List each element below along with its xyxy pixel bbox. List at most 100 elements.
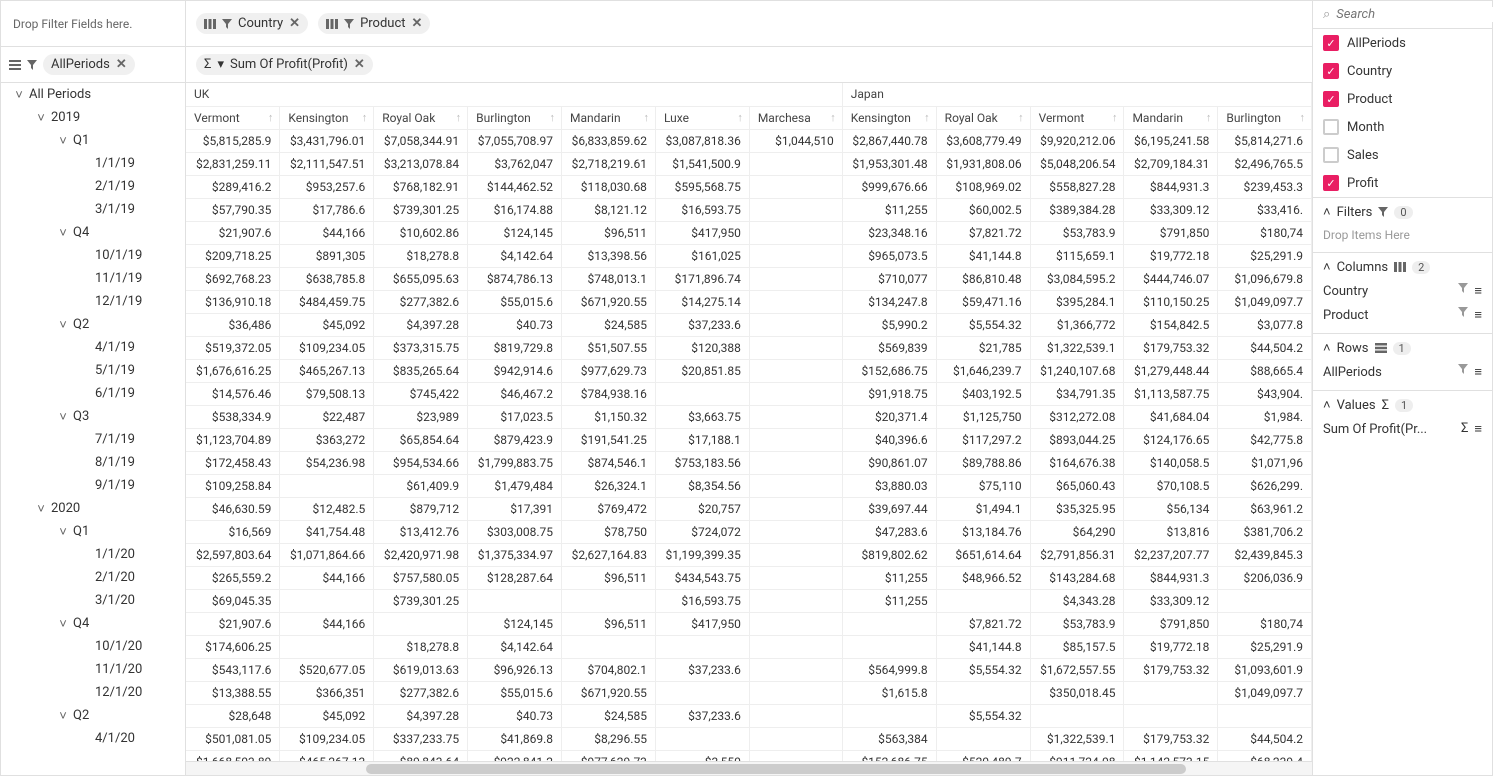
chevron-up-icon[interactable]: ˄ (1323, 340, 1331, 356)
data-cell[interactable] (749, 428, 842, 451)
data-cell[interactable]: $874,546.1 (562, 451, 656, 474)
data-cell[interactable]: $14,576.46 (186, 382, 280, 405)
data-cell[interactable]: $21,907.6 (186, 612, 280, 635)
data-cell[interactable]: $417,950 (655, 221, 749, 244)
data-cell[interactable]: $96,511 (562, 612, 656, 635)
row-tag-allperiods[interactable]: AllPeriods ✕ (43, 54, 135, 75)
tree-row[interactable]: 5/1/19 (1, 359, 185, 382)
data-cell[interactable]: $7,821.72 (936, 221, 1030, 244)
data-cell[interactable]: $12,482.5 (280, 497, 374, 520)
search-input[interactable] (1336, 7, 1493, 22)
value-chip[interactable]: Σ ▾ Sum Of Profit(Profit) ✕ (196, 54, 373, 75)
data-cell[interactable]: $13,184.76 (936, 520, 1030, 543)
data-cell[interactable]: $171,896.74 (655, 267, 749, 290)
data-cell[interactable]: $25,291.9 (1218, 244, 1312, 267)
drop-hint[interactable]: Drop Items Here (1323, 224, 1482, 246)
data-cell[interactable]: $911,724.08 (1030, 750, 1124, 761)
filter-drop-zone[interactable]: Drop Filter Fields here. (1, 1, 185, 47)
data-cell[interactable] (655, 382, 749, 405)
data-cell[interactable]: $1,093,601.9 (1218, 658, 1312, 681)
data-cell[interactable]: $791,850 (1124, 221, 1218, 244)
data-cell[interactable]: $41,144.8 (936, 635, 1030, 658)
data-cell[interactable]: $20,757 (655, 497, 749, 520)
data-cell[interactable]: $563,384 (842, 727, 936, 750)
data-cell[interactable]: $55,015.6 (468, 290, 562, 313)
data-cell[interactable] (280, 474, 374, 497)
data-cell[interactable]: $519,372.05 (186, 336, 280, 359)
data-cell[interactable]: $465,267.13 (280, 359, 374, 382)
data-cell[interactable] (280, 635, 374, 658)
data-cell[interactable]: $1,322,539.1 (1030, 727, 1124, 750)
data-cell[interactable]: $91,918.75 (842, 382, 936, 405)
data-cell[interactable]: $289,416.2 (186, 175, 280, 198)
data-cell[interactable]: $109,234.05 (280, 336, 374, 359)
data-cell[interactable]: $277,382.6 (374, 290, 468, 313)
data-cell[interactable]: $20,371.4 (842, 405, 936, 428)
tree-row[interactable]: ˅Q4 (1, 221, 185, 244)
data-cell[interactable]: $651,614.64 (936, 543, 1030, 566)
data-cell[interactable]: $879,423.9 (468, 428, 562, 451)
data-cell[interactable]: $24,585 (562, 704, 656, 727)
data-cell[interactable]: $16,569 (186, 520, 280, 543)
data-cell[interactable] (655, 681, 749, 704)
data-cell[interactable]: $5,814,271.6 (1218, 129, 1312, 152)
column-chip[interactable]: Country✕ (196, 13, 308, 34)
tree-row[interactable]: ˅2019 (1, 106, 185, 129)
data-cell[interactable]: $595,568.75 (655, 175, 749, 198)
data-cell[interactable] (749, 175, 842, 198)
data-cell[interactable]: $37,233.6 (655, 704, 749, 727)
data-cell[interactable]: $977,629.73 (562, 750, 656, 761)
column-header[interactable]: Burlington↑ (1218, 106, 1312, 129)
data-cell[interactable]: $89,788.86 (936, 451, 1030, 474)
data-cell[interactable]: $20,851.85 (655, 359, 749, 382)
data-cell[interactable] (749, 313, 842, 336)
column-header[interactable]: Vermont↑ (1030, 106, 1124, 129)
column-header[interactable]: Burlington↑ (468, 106, 562, 129)
data-cell[interactable] (749, 635, 842, 658)
data-cell[interactable]: $2,439,845.3 (1218, 543, 1312, 566)
data-cell[interactable]: $11,255 (842, 198, 936, 221)
data-cell[interactable]: $44,504.2 (1218, 727, 1312, 750)
data-cell[interactable]: $4,343.28 (1030, 589, 1124, 612)
data-cell[interactable]: $45,092 (280, 704, 374, 727)
data-cell[interactable] (749, 543, 842, 566)
data-cell[interactable]: $692,768.23 (186, 267, 280, 290)
panel-item[interactable]: Sum Of Profit(Pr...Σ≡ (1323, 417, 1482, 441)
tree-row[interactable]: 4/1/20 (1, 727, 185, 750)
data-cell[interactable] (842, 612, 936, 635)
tree-row[interactable]: ˅Q4 (1, 612, 185, 635)
data-cell[interactable]: $710,077 (842, 267, 936, 290)
data-cell[interactable]: $14,275.14 (655, 290, 749, 313)
data-cell[interactable]: $3,550 (655, 750, 749, 761)
sort-icon[interactable]: ↑ (737, 111, 743, 124)
data-cell[interactable]: $893,044.25 (1030, 428, 1124, 451)
data-cell[interactable]: $96,926.13 (468, 658, 562, 681)
data-cell[interactable] (280, 589, 374, 612)
data-cell[interactable]: $35,325.95 (1030, 497, 1124, 520)
data-cell[interactable]: $70,108.5 (1124, 474, 1218, 497)
data-cell[interactable]: $1,279,448.44 (1124, 359, 1218, 382)
data-cell[interactable]: $3,663.75 (655, 405, 749, 428)
data-cell[interactable]: $7,058,344.91 (374, 129, 468, 152)
tree-row[interactable]: ˅Q3 (1, 405, 185, 428)
data-cell[interactable]: $922,841.2 (468, 750, 562, 761)
data-cell[interactable]: $953,257.6 (280, 175, 374, 198)
panel-item[interactable]: Country≡ (1323, 279, 1482, 303)
data-cell[interactable]: $48,966.52 (936, 566, 1030, 589)
data-cell[interactable]: $1,150.32 (562, 405, 656, 428)
expand-icon[interactable]: ˅ (35, 110, 47, 126)
data-cell[interactable] (749, 612, 842, 635)
checkbox[interactable] (1323, 147, 1339, 163)
data-cell[interactable] (749, 405, 842, 428)
sort-icon[interactable]: ↑ (362, 111, 368, 124)
data-cell[interactable]: $85,157.5 (1030, 635, 1124, 658)
data-cell[interactable]: $1,668,503.89 (186, 750, 280, 761)
data-cell[interactable]: $1,113,587.75 (1124, 382, 1218, 405)
expand-icon[interactable]: ˅ (57, 616, 69, 632)
data-cell[interactable]: $2,709,184.31 (1124, 152, 1218, 175)
expand-icon[interactable]: ˅ (35, 501, 47, 517)
data-cell[interactable]: $136,910.18 (186, 290, 280, 313)
data-cell[interactable]: $144,462.52 (468, 175, 562, 198)
data-cell[interactable] (749, 658, 842, 681)
data-cell[interactable]: $484,459.75 (280, 290, 374, 313)
